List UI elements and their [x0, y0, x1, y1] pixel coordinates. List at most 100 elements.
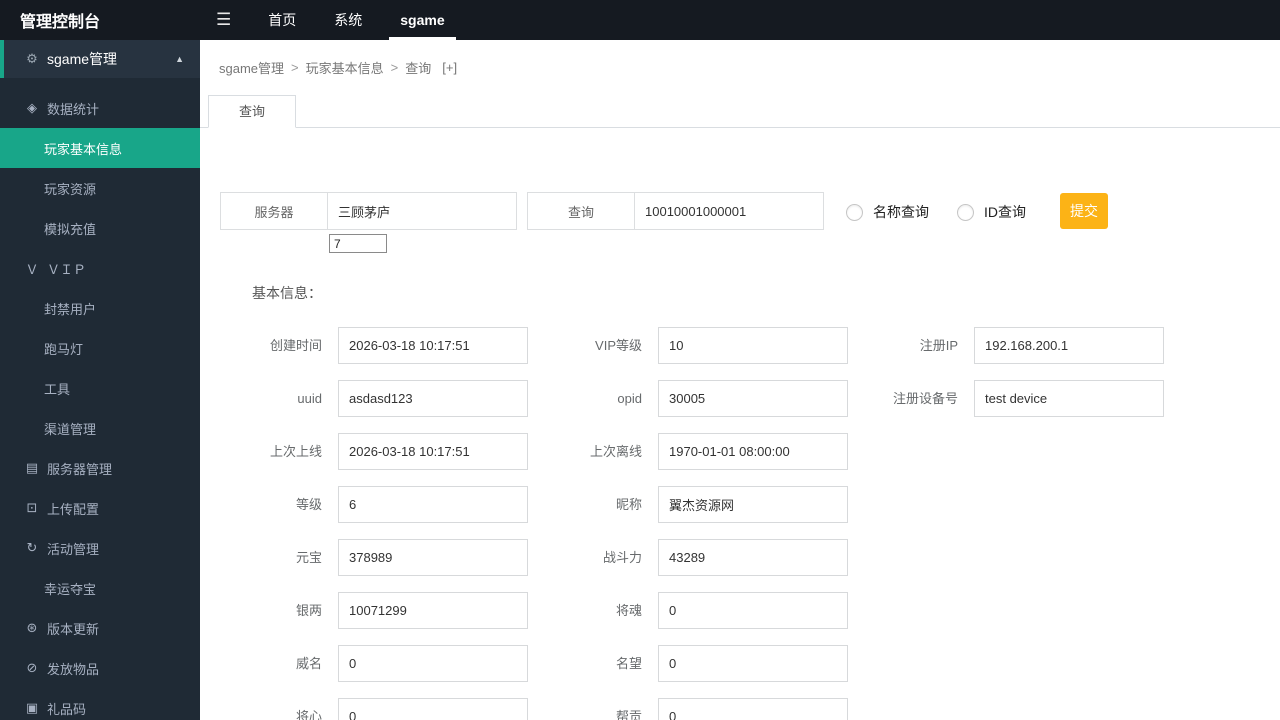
form-row: 元宝 战斗力: [250, 539, 1280, 576]
field-label-opid: opid: [617, 391, 642, 406]
field-input-guild-contribution[interactable]: [658, 698, 848, 720]
main-content: sgame管理 > 玩家基本信息 > 查询 [+] 查询 服务器 查询 名称查询 ID查询 …: [200, 40, 1280, 720]
radio-name-query[interactable]: 名称查询: [846, 202, 929, 222]
field-label-guild-contribution: 帮贡: [615, 709, 642, 720]
sidebar-item-activity-mgmt[interactable]: ↻ 活动管理: [0, 528, 200, 568]
field-label-uuid: uuid: [297, 391, 322, 406]
sidebar-item-tools[interactable]: 工具: [0, 368, 200, 408]
field-input-register-ip[interactable]: [974, 327, 1164, 364]
field-input-prestige[interactable]: [338, 645, 528, 682]
sidebar-item-sgame-admin[interactable]: ⚙ sgame管理 ▲: [0, 40, 200, 78]
field-input-combat-power[interactable]: [658, 539, 848, 576]
field-input-fame[interactable]: [658, 645, 848, 682]
sidebar-item-version-update[interactable]: ⊛ 版本更新: [0, 608, 200, 648]
field-input-vip-level[interactable]: [658, 327, 848, 364]
breadcrumb-item[interactable]: 玩家基本信息: [306, 58, 384, 77]
breadcrumb-separator: >: [390, 60, 399, 75]
sgame-admin-icon: ⚙: [26, 51, 38, 66]
radio-circle-icon[interactable]: [846, 203, 863, 221]
sidebar-item-server-mgmt[interactable]: ▤ 服务器管理: [0, 448, 200, 488]
tabbar: 查询: [200, 95, 1280, 128]
radio-label: ID查询: [984, 204, 1026, 220]
field-label-created-time: 创建时间: [269, 338, 322, 353]
version-update-icon: ⊛: [26, 620, 38, 635]
server-field-group: 服务器: [220, 192, 517, 253]
field-input-opid[interactable]: [658, 380, 848, 417]
app-title: 管理控制台: [20, 14, 101, 31]
form-field-created-time: 创建时间: [250, 327, 528, 364]
content-area: 服务器 查询 名称查询 ID查询 提交 基本信息： 创建时间 VIP等级 注册IP uu…: [200, 192, 1280, 720]
sidebar-item-player-resources[interactable]: 玩家资源: [0, 168, 200, 208]
sidebar-item-vip[interactable]: Ｖ ＶＩＰ: [0, 248, 200, 288]
field-input-created-time[interactable]: [338, 327, 528, 364]
sidebar-item-label: 工具: [44, 381, 71, 397]
grant-items-icon: ⊘: [26, 660, 38, 675]
field-label-combat-power: 战斗力: [602, 550, 642, 565]
field-label-prestige: 威名: [295, 656, 322, 671]
sidebar-item-label: 幸运夺宝: [44, 581, 97, 597]
breadcrumb-item[interactable]: sgame管理: [219, 58, 284, 77]
field-label-silver: 银两: [295, 603, 322, 618]
field-label-fame: 名望: [615, 656, 642, 671]
sidebar: ⚙ sgame管理 ▲ ◈ 数据统计 玩家基本信息玩家资源模拟充值 Ｖ ＶＩＰ 封禁用户 跑马灯工…: [0, 40, 200, 720]
field-input-uuid[interactable]: [338, 380, 528, 417]
sidebar-toggle-icon[interactable]: ☰: [200, 0, 249, 40]
query-input[interactable]: [635, 192, 824, 230]
sidebar-item-ban-users[interactable]: 封禁用户: [0, 288, 200, 328]
vip-icon: Ｖ: [25, 261, 39, 277]
breadcrumb: sgame管理 > 玩家基本信息 > 查询 [+]: [200, 40, 1280, 95]
field-input-register-device[interactable]: [974, 380, 1164, 417]
topnav-system[interactable]: 系统: [315, 0, 381, 40]
field-label-nickname: 昵称: [615, 497, 642, 512]
form-row: 威名 名望: [250, 645, 1280, 682]
sidebar-item-gift-code[interactable]: ▣ 礼品码: [0, 688, 200, 720]
radio-label: 名称查询: [873, 204, 929, 220]
field-input-nickname[interactable]: [658, 486, 848, 523]
sidebar-item-grant-items[interactable]: ⊘ 发放物品: [0, 648, 200, 688]
sidebar-item-channel-mgmt[interactable]: 渠道管理: [0, 408, 200, 448]
field-label-last-offline: 上次离线: [589, 444, 642, 459]
field-label-last-online: 上次上线: [269, 444, 322, 459]
breadcrumb-add[interactable]: [+]: [442, 60, 457, 75]
sidebar-item-player-basic-info[interactable]: 玩家基本信息: [0, 128, 200, 168]
activity-mgmt-icon: ↻: [26, 540, 38, 555]
field-input-general-soul[interactable]: [658, 592, 848, 629]
submit-button[interactable]: 提交: [1060, 193, 1108, 229]
sidebar-item-lucky-draw[interactable]: 幸运夺宝: [0, 568, 200, 608]
breadcrumb-item[interactable]: 查询: [405, 58, 431, 77]
sidebar-item-label: 玩家资源: [44, 181, 97, 197]
sidebar-item-upload-config[interactable]: ⊡ 上传配置: [0, 488, 200, 528]
sidebar-item-label: 发放物品: [47, 661, 100, 677]
form-field-general-soul: 将魂: [528, 592, 848, 629]
form-field-last-offline: 上次离线: [528, 433, 848, 470]
server-label: 服务器: [220, 192, 328, 230]
field-input-last-online[interactable]: [338, 433, 528, 470]
server-id-input[interactable]: [329, 234, 387, 253]
sidebar-item-marquee[interactable]: 跑马灯: [0, 328, 200, 368]
sidebar-item-data-stats[interactable]: ◈ 数据统计: [0, 88, 200, 128]
form-field-silver: 银两: [250, 592, 528, 629]
form-field-combat-power: 战斗力: [528, 539, 848, 576]
sidebar-item-mock-recharge[interactable]: 模拟充值: [0, 208, 200, 248]
server-input[interactable]: [328, 192, 517, 230]
sidebar-item-label: 上传配置: [47, 501, 100, 517]
field-input-yuanbao[interactable]: [338, 539, 528, 576]
radio-circle-icon[interactable]: [957, 203, 974, 221]
field-label-level: 等级: [295, 497, 322, 512]
field-input-general-heart[interactable]: [338, 698, 528, 720]
detail-grid: 创建时间 VIP等级 注册IP uuid opid 注册设备号上次上线 上次离线等级 昵称元宝…: [250, 327, 1280, 720]
tab-query[interactable]: 查询: [208, 95, 297, 128]
radio-id-query[interactable]: ID查询: [957, 202, 1026, 222]
topnav-home[interactable]: 首页: [249, 0, 315, 40]
field-input-silver[interactable]: [338, 592, 528, 629]
field-label-vip-level: VIP等级: [595, 338, 642, 353]
form-field-uuid: uuid: [250, 380, 528, 417]
form-field-guild-contribution: 帮贡: [528, 698, 848, 720]
breadcrumb-separator: >: [291, 60, 299, 75]
field-input-last-offline[interactable]: [658, 433, 848, 470]
topnav-sgame[interactable]: sgame: [381, 0, 463, 40]
section-title: 基本信息：: [252, 285, 322, 301]
field-input-level[interactable]: [338, 486, 528, 523]
topbar: 管理控制台 ☰ 首页 系统 sgame: [0, 0, 1280, 40]
chevron-up-icon: ▲: [175, 54, 184, 64]
